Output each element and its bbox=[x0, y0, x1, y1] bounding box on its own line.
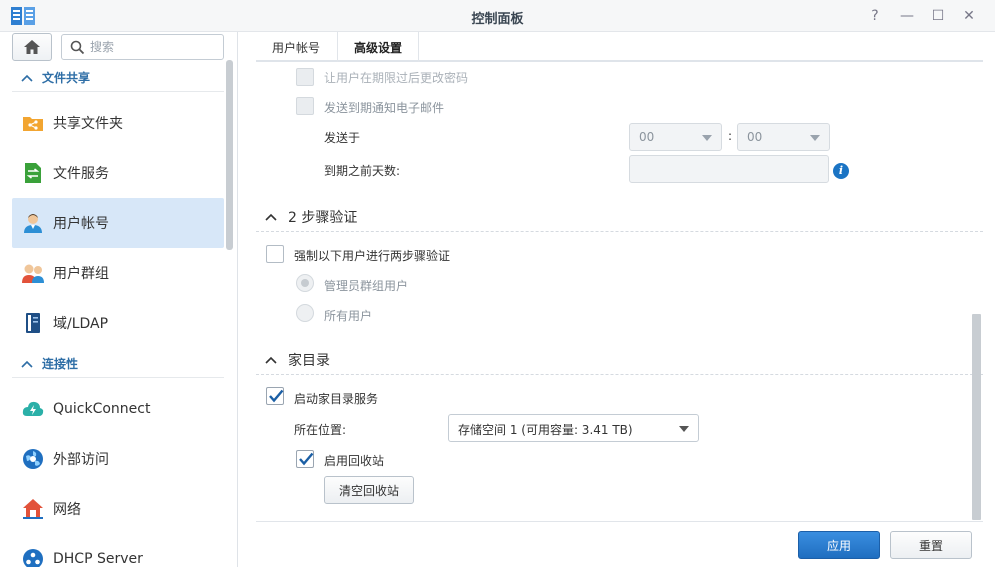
chevron-up-icon bbox=[265, 213, 277, 221]
close-icon: ✕ bbox=[963, 8, 975, 24]
tab-advanced-settings[interactable]: 高级设置 bbox=[337, 32, 420, 62]
section-label: 连接性 bbox=[42, 357, 79, 371]
external-access-icon bbox=[21, 447, 45, 471]
enable-home-label: 启动家目录服务 bbox=[294, 392, 379, 406]
chevron-up-icon bbox=[21, 360, 33, 368]
days-before-label: 到期之前天数: bbox=[324, 164, 401, 178]
maximize-icon: ☐ bbox=[931, 8, 945, 24]
file-services-icon bbox=[21, 161, 45, 185]
enable-home-checkbox[interactable] bbox=[266, 387, 284, 405]
two-step-section-header[interactable]: 2 步骤验证 bbox=[264, 206, 357, 228]
checkmark-icon bbox=[299, 452, 314, 466]
sidebar-item-user-account[interactable]: 用户帐号 bbox=[12, 198, 224, 248]
sidebar-item-quickconnect[interactable]: QuickConnect bbox=[12, 384, 224, 434]
user-icon bbox=[21, 211, 45, 235]
reset-button[interactable]: 重置 bbox=[890, 531, 972, 559]
home-button[interactable] bbox=[12, 33, 52, 61]
search-icon bbox=[70, 40, 85, 55]
sidebar-item-shared-folder[interactable]: 共享文件夹 bbox=[12, 98, 224, 148]
enable-recycle-checkbox[interactable] bbox=[296, 450, 314, 468]
sidebar-item-domain-ldap[interactable]: 域/LDAP bbox=[12, 298, 224, 348]
title-bar: 控制面板 ? — ☐ ✕ bbox=[0, 0, 995, 32]
search-input[interactable] bbox=[90, 38, 218, 56]
dhcp-server-icon bbox=[21, 547, 45, 567]
maximize-button[interactable]: ☐ bbox=[927, 6, 949, 26]
empty-recycle-button[interactable]: 清空回收站 bbox=[324, 476, 414, 504]
sidebar-item-label: 用户帐号 bbox=[53, 216, 109, 232]
info-icon[interactable]: i bbox=[833, 163, 849, 179]
quickconnect-icon bbox=[21, 397, 45, 421]
location-value: 存储空间 1 (可用容量: 3.41 TB) bbox=[458, 423, 633, 437]
send-at-label: 发送于 bbox=[324, 131, 361, 145]
shared-folder-icon bbox=[21, 111, 45, 135]
sidebar-item-label: DHCP Server bbox=[53, 551, 143, 567]
network-icon bbox=[21, 497, 45, 521]
home-section-header[interactable]: 家目录 bbox=[264, 349, 330, 371]
search-field[interactable] bbox=[61, 34, 224, 60]
sidebar-item-label: 用户群组 bbox=[53, 266, 109, 282]
send-expiry-email-label: 发送到期通知电子邮件 bbox=[324, 101, 445, 115]
sidebar-item-dhcp-server[interactable]: DHCP Server bbox=[12, 534, 224, 567]
two-step-title: 2 步骤验证 bbox=[288, 210, 358, 226]
sidebar-item-file-services[interactable]: 文件服务 bbox=[12, 148, 224, 198]
password-change-label: 让用户在期限过后更改密码 bbox=[324, 71, 469, 85]
help-icon: ? bbox=[871, 8, 879, 24]
checkmark-icon bbox=[269, 389, 284, 403]
enforce-two-step-checkbox[interactable] bbox=[266, 245, 284, 263]
dropdown-arrow-icon bbox=[810, 135, 820, 141]
tab-bar: 用户帐号 高级设置 bbox=[256, 32, 983, 62]
tab-user-account[interactable]: 用户帐号 bbox=[256, 32, 336, 62]
section-file-sharing[interactable]: 文件共享 bbox=[12, 64, 224, 92]
send-minute-select[interactable]: 00 bbox=[737, 123, 830, 151]
advanced-settings-panel: 让用户在期限过后更改密码 发送到期通知电子邮件 发送于 00 : 00 到期之前… bbox=[256, 64, 983, 522]
admin-group-radio[interactable] bbox=[296, 274, 314, 292]
chevron-up-icon bbox=[265, 356, 277, 364]
enable-recycle-label: 启用回收站 bbox=[324, 454, 385, 468]
group-icon bbox=[21, 261, 45, 285]
location-label: 所在位置: bbox=[294, 423, 347, 437]
sidebar-item-label: QuickConnect bbox=[53, 401, 151, 417]
send-hour-value: 00 bbox=[639, 130, 655, 144]
close-button[interactable]: ✕ bbox=[958, 6, 980, 26]
chevron-up-icon bbox=[21, 74, 33, 82]
minimize-button[interactable]: — bbox=[896, 6, 918, 26]
content-scrollbar[interactable] bbox=[972, 314, 981, 520]
send-expiry-email-checkbox[interactable] bbox=[296, 97, 314, 115]
all-users-label: 所有用户 bbox=[324, 309, 373, 323]
sidebar-scrollbar[interactable] bbox=[226, 60, 233, 250]
sidebar-item-label: 外部访问 bbox=[53, 452, 109, 468]
apply-button[interactable]: 应用 bbox=[798, 531, 880, 559]
domain-ldap-icon bbox=[21, 311, 45, 335]
minimize-icon: — bbox=[900, 8, 914, 24]
sidebar-item-label: 网络 bbox=[53, 502, 81, 518]
send-hour-select[interactable]: 00 bbox=[629, 123, 722, 151]
sidebar-item-network[interactable]: 网络 bbox=[12, 484, 224, 534]
help-button[interactable]: ? bbox=[864, 6, 886, 26]
time-separator: : bbox=[728, 129, 733, 143]
admin-group-label: 管理员群组用户 bbox=[324, 279, 409, 293]
sidebar-item-label: 域/LDAP bbox=[53, 316, 109, 332]
dropdown-arrow-icon bbox=[679, 426, 689, 432]
sidebar-item-external-access[interactable]: 外部访问 bbox=[12, 434, 224, 484]
window-title: 控制面板 bbox=[471, 12, 524, 27]
home-icon bbox=[24, 40, 40, 54]
send-minute-value: 00 bbox=[747, 130, 763, 144]
sidebar-item-label: 文件服务 bbox=[53, 166, 109, 182]
section-divider bbox=[256, 231, 983, 232]
section-label: 文件共享 bbox=[42, 71, 91, 85]
all-users-radio[interactable] bbox=[296, 304, 314, 322]
sidebar-item-label: 共享文件夹 bbox=[53, 116, 123, 132]
footer-divider bbox=[256, 521, 983, 522]
sidebar-item-user-group[interactable]: 用户群组 bbox=[12, 248, 224, 298]
password-change-checkbox[interactable] bbox=[296, 68, 314, 86]
home-title: 家目录 bbox=[288, 353, 330, 369]
sidebar: 文件共享 共享文件夹 文件服务 用户帐号 用户群组 域/LDAP 连接性 bbox=[0, 32, 238, 567]
section-connectivity[interactable]: 连接性 bbox=[12, 350, 224, 378]
dropdown-arrow-icon bbox=[702, 135, 712, 141]
section-divider bbox=[256, 374, 983, 375]
location-select[interactable]: 存储空间 1 (可用容量: 3.41 TB) bbox=[448, 414, 699, 442]
enforce-two-step-label: 强制以下用户进行两步骤验证 bbox=[294, 249, 451, 263]
days-before-input[interactable] bbox=[629, 155, 829, 183]
